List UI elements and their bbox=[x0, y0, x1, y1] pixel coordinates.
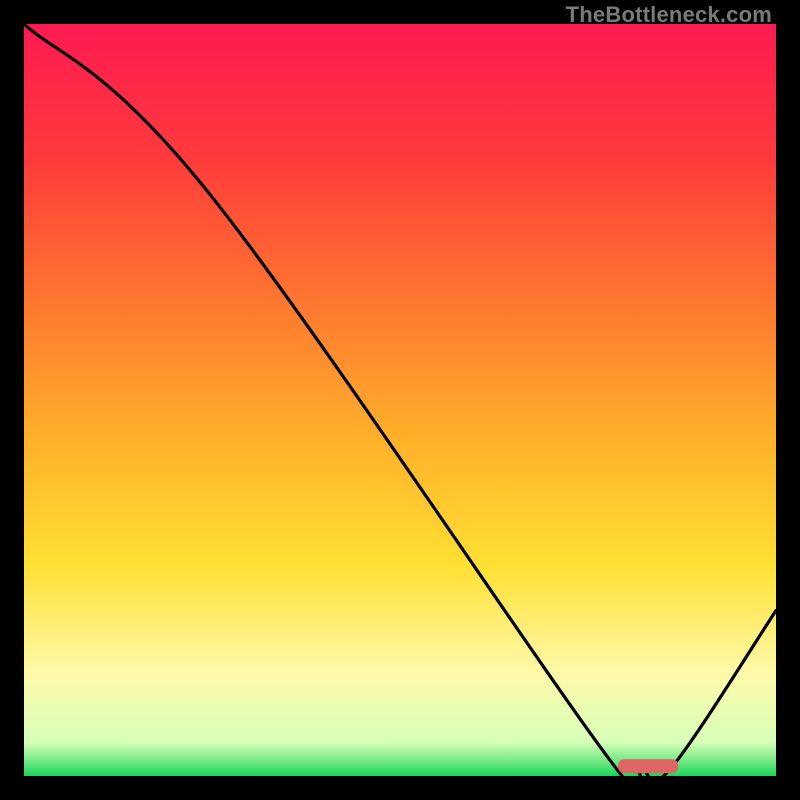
bottleneck-chart bbox=[24, 24, 776, 776]
optimal-marker bbox=[618, 759, 678, 773]
chart-frame bbox=[24, 24, 776, 776]
chart-background-gradient bbox=[24, 24, 776, 776]
